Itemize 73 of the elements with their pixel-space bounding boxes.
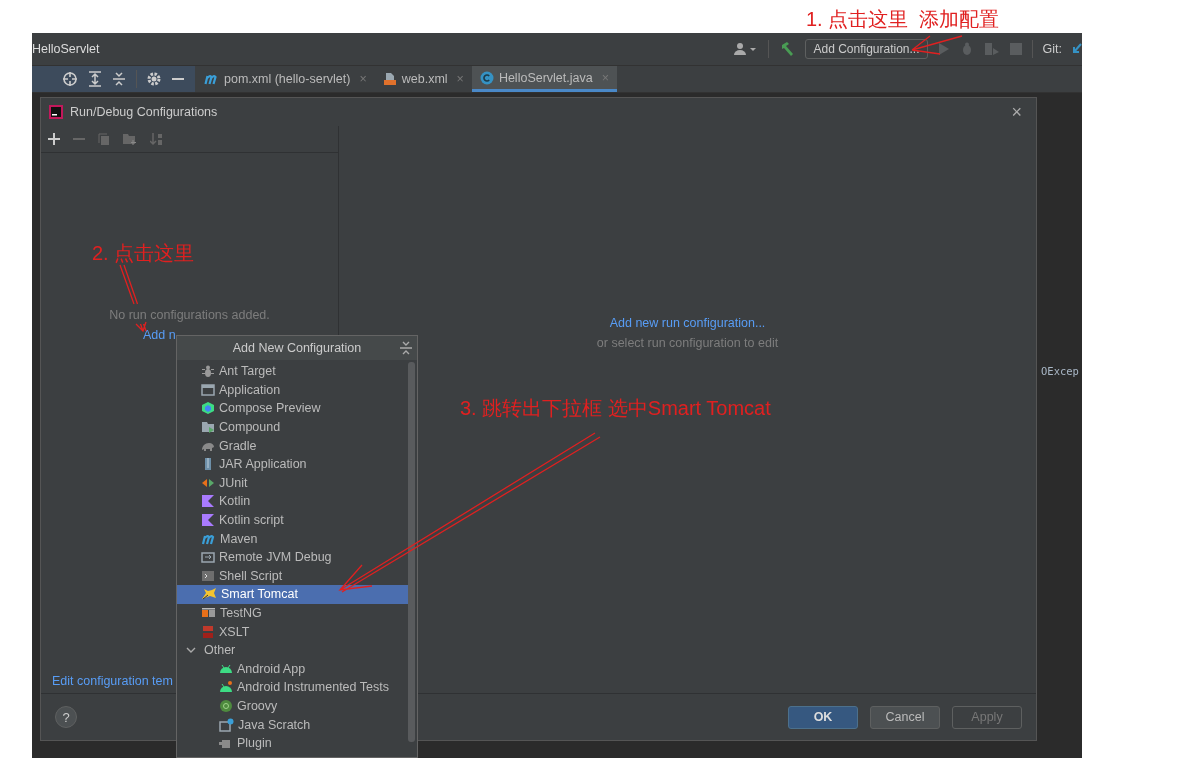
menu-item[interactable]: Android Instrumented Tests: [177, 678, 409, 697]
annotation-text: 1. 点击这里 添加配置: [806, 7, 1000, 32]
copy-icon[interactable]: [98, 132, 110, 146]
menu-item[interactable]: Remote JVM Debug: [177, 547, 409, 567]
class-icon: [479, 70, 494, 85]
menu-title: Add New Configuration: [232, 341, 362, 355]
dialog-button[interactable]: Cancel: [870, 705, 940, 729]
annotation-text: 3. 跳转出下拉框 选中Smart Tomcat: [460, 396, 771, 421]
circle-icon: [219, 699, 233, 713]
play-icon[interactable]: [937, 43, 950, 55]
folder-icon[interactable]: [123, 133, 137, 145]
window-title: HelloServlet: [32, 42, 100, 56]
file-icon: [382, 72, 397, 86]
close-icon[interactable]: ×: [1011, 101, 1028, 123]
menu-item[interactable]: Groovy: [177, 696, 409, 716]
annotation-text: 2. 点击这里: [92, 241, 195, 266]
menu-item[interactable]: Application: [177, 380, 409, 400]
plug-icon: [219, 738, 233, 749]
expand-icon[interactable]: [88, 71, 102, 87]
blocks-icon: [201, 606, 216, 620]
user-icon[interactable]: [734, 42, 759, 56]
hint-text: or select run configuration to edit: [596, 336, 779, 350]
menu-item[interactable]: Ant Target: [177, 362, 409, 381]
window-icon: [201, 382, 215, 397]
terminal-icon: [201, 568, 215, 583]
vcs-label: Git:: [1042, 42, 1062, 56]
notch-icon: [201, 513, 215, 528]
add-configuration-button[interactable]: Add Configuration...: [805, 39, 928, 59]
window-icon: [201, 550, 215, 565]
app-icon: [49, 105, 63, 119]
arch-icon: [203, 72, 219, 86]
menu-item[interactable]: Plugin: [177, 733, 409, 753]
collapse-icon[interactable]: [400, 341, 412, 355]
sort-icon[interactable]: [150, 132, 163, 146]
editor-tab[interactable]: web.xml ×: [374, 66, 472, 92]
menu-item[interactable]: Android App: [177, 659, 409, 679]
menu-item[interactable]: JUnit: [177, 473, 409, 493]
empty-message: No run configurations added.: [108, 308, 271, 322]
editor-tab[interactable]: HelloServlet.java ×: [471, 66, 617, 92]
code-text: OExcep: [1041, 365, 1079, 377]
menu-item[interactable]: Maven: [177, 529, 409, 548]
blocks-icon: [201, 624, 215, 639]
help-button[interactable]: ?: [55, 706, 77, 728]
editor-tab[interactable]: pom.xml (hello-servlet) ×: [195, 66, 375, 92]
folder-icon: [201, 420, 215, 435]
menu-item[interactable]: Compound: [177, 417, 409, 437]
menu-group[interactable]: Other: [177, 640, 409, 660]
menu-item[interactable]: Kotlin script: [177, 510, 409, 530]
settings-icon[interactable]: [147, 72, 161, 86]
scrollbar-thumb[interactable]: [408, 362, 415, 742]
stop-icon[interactable]: [1009, 43, 1022, 55]
dialog-title: Run/Debug Configurations: [70, 105, 218, 119]
menu-item[interactable]: JAR Application: [177, 454, 409, 474]
hammer-icon[interactable]: [779, 41, 796, 57]
robot-icon: [219, 680, 233, 695]
dialog-button[interactable]: OK: [788, 705, 858, 729]
bug-icon: [201, 364, 215, 379]
menu-item[interactable]: XSLT: [177, 622, 409, 641]
hexagon-icon: [201, 401, 215, 416]
plus-icon[interactable]: [48, 133, 60, 145]
collapse-icon[interactable]: [112, 71, 126, 87]
menu-item[interactable]: Shell Script: [177, 566, 409, 586]
menu-item[interactable]: Kotlin: [177, 492, 409, 511]
menu-item[interactable]: Smart Tomcat: [177, 585, 409, 604]
crosshair-icon[interactable]: [62, 71, 78, 87]
window-icon: [219, 717, 234, 732]
menu-item[interactable]: Gradle: [177, 436, 409, 455]
add-run-configuration-link[interactable]: Add new run configuration...: [609, 316, 766, 330]
menu-item[interactable]: TestNG: [177, 603, 409, 623]
notch-icon: [201, 494, 215, 509]
arrow-icon[interactable]: [1072, 42, 1082, 56]
menu-item[interactable]: Java Scratch: [177, 715, 409, 734]
menu-item[interactable]: Compose Preview: [177, 399, 409, 418]
